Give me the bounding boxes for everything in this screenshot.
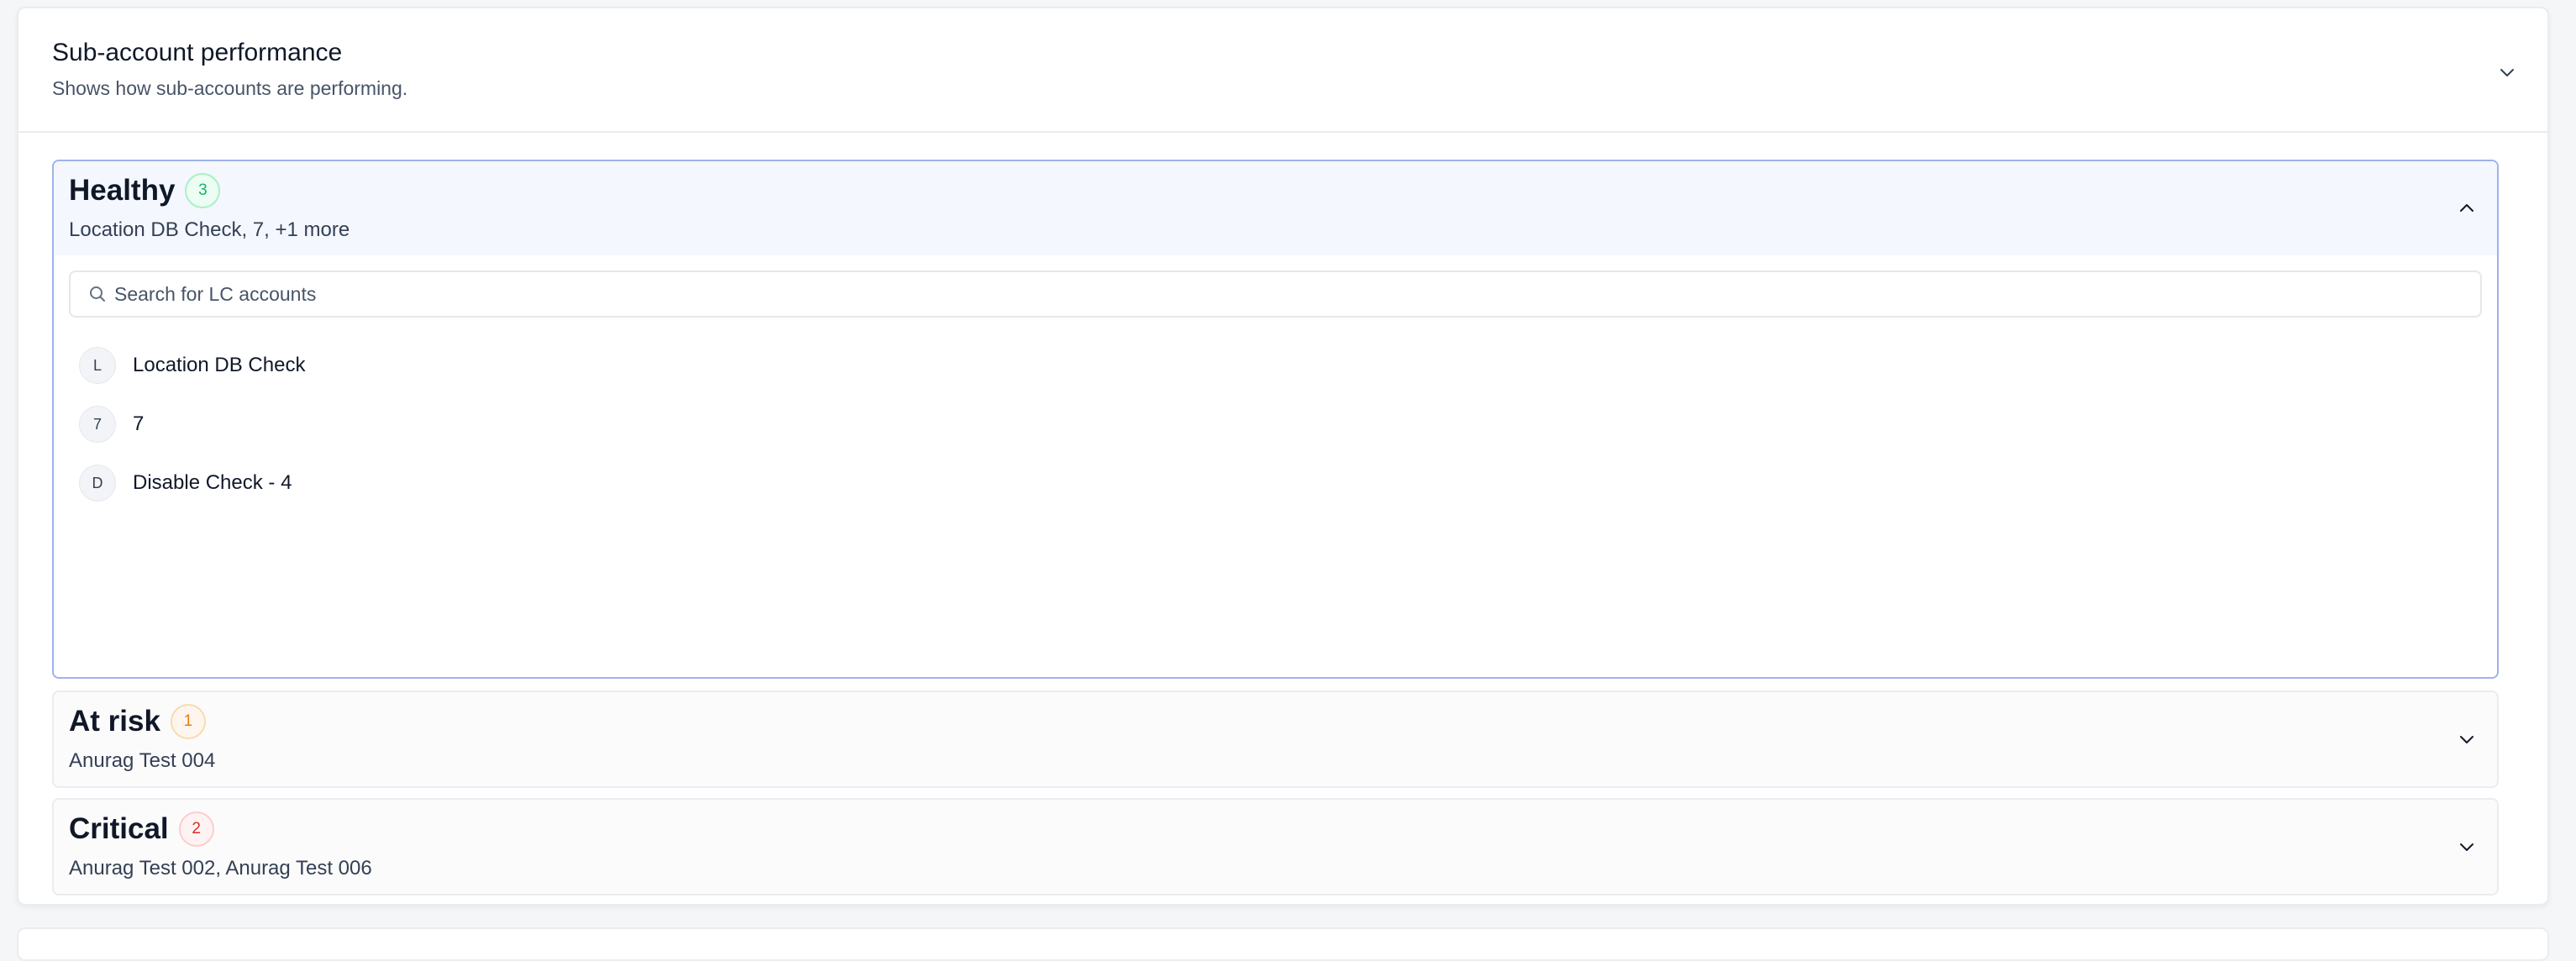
list-item[interactable]: 7 7 <box>79 395 305 454</box>
chevron-down-icon[interactable] <box>2452 724 2482 754</box>
search-input[interactable] <box>113 281 2384 307</box>
section-healthy: Healthy 3 Location DB Check, 7, +1 more … <box>52 160 2499 679</box>
avatar: 7 <box>79 406 116 443</box>
account-list: L Location DB Check 7 7 D Disable Check … <box>79 336 305 512</box>
section-title: Healthy <box>69 174 176 207</box>
avatar: L <box>79 347 116 384</box>
next-card-edge <box>17 927 2549 961</box>
search-field <box>69 270 2482 318</box>
section-summary: Anurag Test 004 <box>69 749 216 772</box>
section-summary: Location DB Check, 7, +1 more <box>69 218 350 241</box>
card-subtitle: Shows how sub-accounts are performing. <box>52 77 408 99</box>
section-title: Critical <box>69 812 169 845</box>
list-item[interactable]: D Disable Check - 4 <box>79 454 305 512</box>
status-badge: 3 <box>185 173 221 208</box>
section-critical-header[interactable]: Critical 2 Anurag Test 002, Anurag Test … <box>54 800 2497 894</box>
section-critical: Critical 2 Anurag Test 002, Anurag Test … <box>52 798 2499 895</box>
section-healthy-header[interactable]: Healthy 3 Location DB Check, 7, +1 more <box>54 161 2497 255</box>
section-title: At risk <box>69 705 160 738</box>
chevron-down-icon[interactable] <box>2452 832 2482 862</box>
chevron-down-icon[interactable] <box>2492 57 2522 87</box>
card-header[interactable]: Sub-account performance Shows how sub-ac… <box>18 8 2547 133</box>
section-at-risk-header[interactable]: At risk 1 Anurag Test 004 <box>54 692 2497 786</box>
chevron-up-icon[interactable] <box>2452 193 2482 223</box>
search-icon <box>87 284 108 304</box>
account-name: 7 <box>133 412 145 435</box>
list-item[interactable]: L Location DB Check <box>79 336 305 395</box>
avatar: D <box>79 465 116 502</box>
account-name: Disable Check - 4 <box>133 471 292 494</box>
section-summary: Anurag Test 002, Anurag Test 006 <box>69 857 372 880</box>
sub-account-performance-card: Sub-account performance Shows how sub-ac… <box>17 7 2549 906</box>
status-badge: 1 <box>170 704 206 739</box>
account-name: Location DB Check <box>133 354 306 376</box>
card-title: Sub-account performance <box>52 39 343 66</box>
section-at-risk: At risk 1 Anurag Test 004 <box>52 691 2499 788</box>
status-badge: 2 <box>178 811 214 847</box>
